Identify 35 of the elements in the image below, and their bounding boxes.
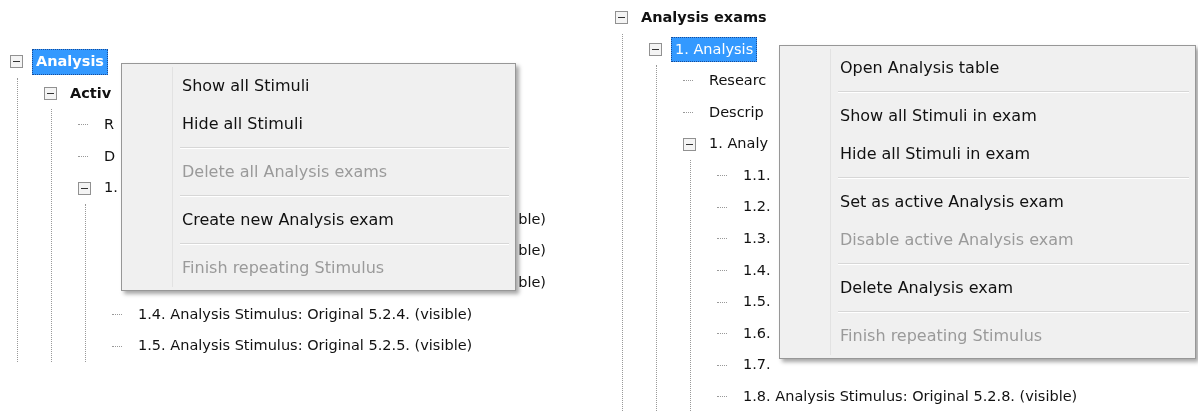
tree-item[interactable]: 1.6. xyxy=(739,320,775,347)
collapse-icon[interactable] xyxy=(615,11,628,25)
tree-item[interactable]: 1.4. Analysis Stimulus: Original 5.2.4. (visible) xyxy=(134,301,477,328)
tree-item[interactable]: R xyxy=(100,112,119,138)
tree-item[interactable]: ble) xyxy=(514,238,550,265)
collapse-icon[interactable] xyxy=(649,42,662,56)
tree-item[interactable]: 1.7. xyxy=(739,352,775,379)
menu-item[interactable]: Show all Stimuli in exam xyxy=(782,97,1193,135)
tree-item[interactable]: Descrip xyxy=(705,99,768,126)
tree-item[interactable]: 1.1. xyxy=(739,162,775,189)
tree-item[interactable]: ble) xyxy=(514,270,550,296)
tree-item[interactable]: 1.8. Analysis Stimulus: Original 5.2.8. (visible) xyxy=(739,384,1082,410)
menu-item[interactable]: Create new Analysis exam xyxy=(124,201,513,239)
tree-item[interactable]: Activ xyxy=(66,80,116,107)
tree-item[interactable]: Researc xyxy=(705,68,771,94)
tree-item[interactable]: 1.3. xyxy=(739,226,775,252)
tree-item[interactable]: 1.5. Analysis Stimulus: Original 5.2.5. (visible) xyxy=(134,333,477,359)
collapse-icon[interactable] xyxy=(683,137,696,151)
tree-item[interactable]: 1. xyxy=(100,175,122,202)
tree-item[interactable]: 1.5. xyxy=(739,289,775,315)
collapse-icon[interactable] xyxy=(10,55,23,69)
tree-item[interactable]: 1.2. xyxy=(739,194,775,221)
menu-item[interactable]: Delete Analysis exam xyxy=(782,269,1193,307)
tree-item[interactable]: D xyxy=(100,143,120,170)
tree-item[interactable]: Analysis exams xyxy=(637,4,771,31)
tree-item[interactable]: 1. Analy xyxy=(705,131,773,158)
menu-item[interactable]: Open Analysis table xyxy=(782,49,1193,87)
menu-item[interactable]: Hide all Stimuli xyxy=(124,105,513,143)
tree-item[interactable]: ble) xyxy=(514,206,550,233)
tree-item[interactable]: 1.4. xyxy=(739,257,775,284)
menu-item[interactable]: Hide all Stimuli in exam xyxy=(782,135,1193,173)
menu-item[interactable]: Set as active Analysis exam xyxy=(782,183,1193,221)
collapse-icon[interactable] xyxy=(78,181,91,195)
menu-item[interactable]: Show all Stimuli xyxy=(124,67,513,105)
collapse-icon[interactable] xyxy=(44,86,57,100)
